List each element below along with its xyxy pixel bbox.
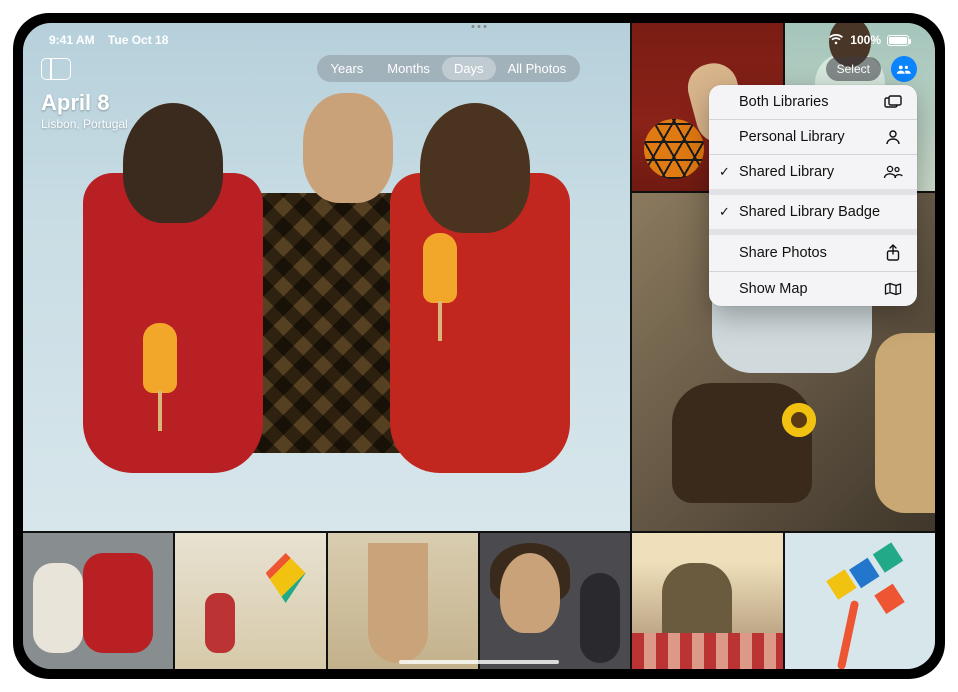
battery-icon [887, 35, 909, 46]
status-date: Tue Oct 18 [108, 33, 168, 47]
multitask-dots[interactable] [472, 25, 487, 28]
right-controls: Select [826, 56, 917, 82]
menu-both-libraries[interactable]: Both Libraries [709, 85, 917, 119]
photo-thumb[interactable] [328, 533, 478, 669]
checkmark-icon: ✓ [719, 204, 730, 220]
seg-months[interactable]: Months [375, 57, 442, 80]
seg-years[interactable]: Years [319, 57, 376, 80]
ipad-frame: 9:41 AM Tue Oct 18 100% [13, 13, 945, 679]
photo-thumb[interactable] [632, 533, 782, 669]
people-icon [883, 165, 903, 179]
both-libraries-icon [883, 95, 903, 109]
menu-item-label: Shared Library Badge [739, 204, 903, 220]
library-filter-menu: Both Libraries Personal Library ✓ Shared… [709, 85, 917, 306]
menu-item-label: Personal Library [739, 129, 883, 145]
menu-item-label: Share Photos [739, 245, 883, 261]
seg-days[interactable]: Days [442, 57, 496, 80]
menu-share-photos[interactable]: Share Photos [709, 235, 917, 271]
sidebar-toggle-icon[interactable] [41, 58, 71, 80]
battery-percent: 100% [850, 33, 881, 47]
person-icon [883, 129, 903, 145]
checkmark-icon: ✓ [719, 164, 730, 180]
home-indicator[interactable] [399, 660, 559, 664]
menu-item-label: Shared Library [739, 164, 883, 180]
photo-thumb[interactable] [175, 533, 325, 669]
select-button[interactable]: Select [826, 57, 881, 81]
menu-item-label: Both Libraries [739, 94, 883, 110]
ellipsis-people-icon [896, 61, 912, 77]
menu-personal-library[interactable]: Personal Library [709, 120, 917, 154]
photo-thumb[interactable] [785, 533, 935, 669]
share-icon [883, 244, 903, 262]
seg-all-photos[interactable]: All Photos [496, 57, 579, 80]
status-right: 100% [828, 33, 909, 48]
status-time: 9:41 AM [49, 33, 95, 47]
status-left: 9:41 AM Tue Oct 18 [49, 33, 168, 47]
menu-shared-library-badge[interactable]: ✓ Shared Library Badge [709, 195, 917, 229]
map-icon [883, 282, 903, 296]
wifi-icon [828, 33, 844, 48]
menu-show-map[interactable]: Show Map [709, 272, 917, 306]
photo-thumb[interactable] [480, 533, 630, 669]
screen: 9:41 AM Tue Oct 18 100% [23, 23, 935, 669]
photo-thumb[interactable] [23, 533, 173, 669]
menu-item-label: Show Map [739, 281, 883, 297]
view-segmented-control: Years Months Days All Photos [317, 55, 581, 82]
more-button[interactable] [891, 56, 917, 82]
menu-shared-library[interactable]: ✓ Shared Library [709, 155, 917, 189]
